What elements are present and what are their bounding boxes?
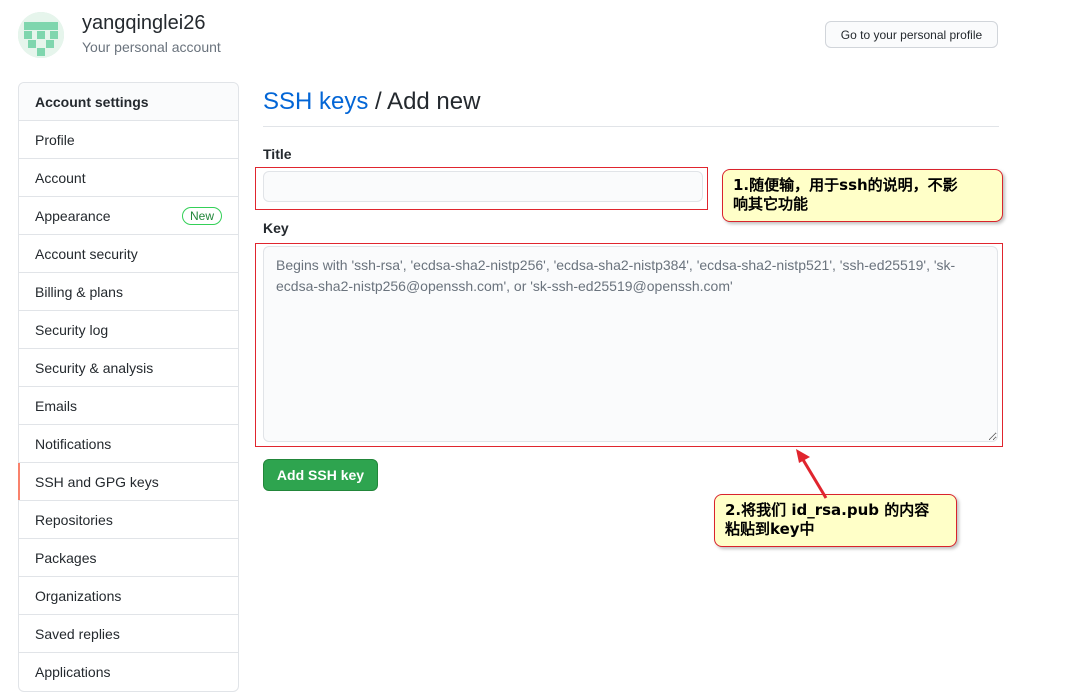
username: yangqinglei26 [82,12,206,34]
key-label: Key [263,220,289,236]
page-title-rest: / Add new [368,88,481,115]
sidebar-item-security-log[interactable]: Security log [19,311,238,349]
sidebar-item-emails[interactable]: Emails [19,387,238,425]
sidebar-item-applications[interactable]: Applications [19,653,238,691]
settings-sidebar: Account settings Profile Account Appeara… [18,82,239,692]
account-subtitle: Your personal account [82,39,221,55]
new-badge: New [181,207,222,225]
add-ssh-key-button[interactable]: Add SSH key [263,459,378,491]
sidebar-item-organizations[interactable]: Organizations [19,577,238,615]
title-highlight-box [255,167,708,210]
sidebar-item-security-analysis[interactable]: Security & analysis [19,349,238,387]
go-to-profile-button[interactable]: Go to your personal profile [825,21,998,48]
sidebar-item-saved-replies[interactable]: Saved replies [19,615,238,653]
sidebar-item-repositories[interactable]: Repositories [19,501,238,539]
title-label: Title [263,146,292,162]
annotation-arrow-icon [796,449,828,499]
sidebar-item-profile[interactable]: Profile [19,121,238,159]
sidebar-item-packages[interactable]: Packages [19,539,238,577]
avatar[interactable] [18,12,64,58]
sidebar-item-ssh-gpg-keys[interactable]: SSH and GPG keys [18,463,238,501]
sidebar-heading: Account settings [19,83,238,121]
annotation-note-title: 1.随便输，用于ssh的说明，不影 响其它功能 [722,169,1003,222]
title-divider [263,126,999,127]
ssh-keys-link[interactable]: SSH keys [263,88,368,115]
key-highlight-box [255,243,1003,447]
sidebar-item-account-security[interactable]: Account security [19,235,238,273]
sidebar-item-notifications[interactable]: Notifications [19,425,238,463]
page-title: SSH keys / Add new [263,88,480,116]
sidebar-item-account[interactable]: Account [19,159,238,197]
sidebar-item-appearance[interactable]: Appearance New [19,197,238,235]
sidebar-item-billing[interactable]: Billing & plans [19,273,238,311]
